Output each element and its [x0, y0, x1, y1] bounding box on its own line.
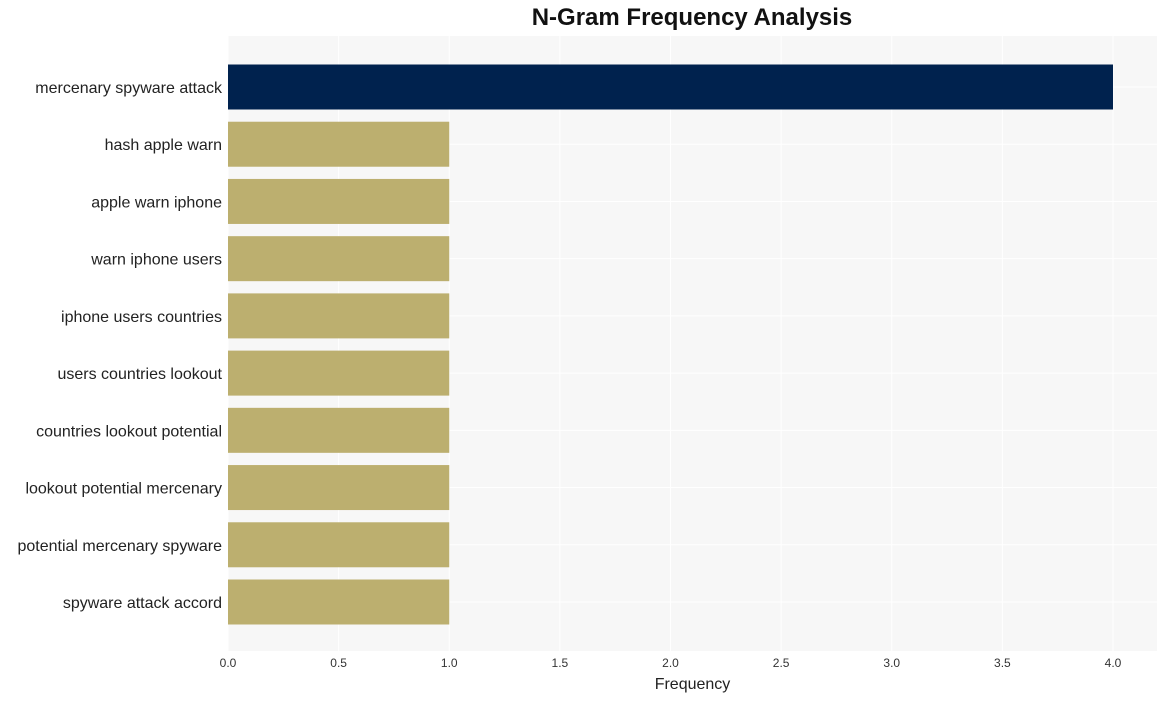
x-axis-title: Frequency	[655, 676, 731, 693]
x-axis-ticks: 0.0 0.5 1.0 1.5 2.0 2.5 3.0 3.5 4.0	[220, 656, 1122, 670]
x-tick-label: 1.5	[552, 656, 569, 670]
bar	[228, 293, 450, 339]
y-axis-labels: mercenary spyware attack hash apple warn a…	[17, 80, 223, 612]
bar	[228, 465, 450, 511]
category-label: apple warn iphone	[91, 194, 222, 211]
category-label: hash apple warn	[105, 137, 222, 154]
bar	[228, 121, 450, 167]
bar-chart: mercenary spyware attack hash apple warn a…	[17, 36, 1157, 693]
category-label: mercenary spyware attack	[35, 80, 223, 97]
category-label: iphone users countries	[61, 309, 222, 326]
x-tick-label: 3.5	[994, 656, 1011, 670]
bar	[228, 350, 450, 396]
x-tick-label: 0.0	[220, 656, 237, 670]
x-tick-label: 1.0	[441, 656, 458, 670]
category-label: warn iphone users	[90, 252, 222, 269]
x-tick-label: 2.0	[662, 656, 679, 670]
bar	[228, 579, 450, 625]
x-tick-label: 3.0	[883, 656, 900, 670]
bar	[228, 522, 450, 568]
category-label: lookout potential mercenary	[25, 481, 222, 498]
category-label: spyware attack accord	[63, 595, 222, 612]
x-tick-label: 0.5	[330, 656, 347, 670]
bar	[228, 407, 450, 453]
category-label: users countries lookout	[57, 366, 222, 383]
x-tick-label: 4.0	[1105, 656, 1122, 670]
bar	[228, 178, 450, 224]
category-label: countries lookout potential	[36, 423, 222, 440]
category-label: potential mercenary spyware	[17, 538, 222, 555]
bar	[228, 64, 1113, 110]
x-tick-label: 2.5	[773, 656, 790, 670]
bar	[228, 236, 450, 282]
